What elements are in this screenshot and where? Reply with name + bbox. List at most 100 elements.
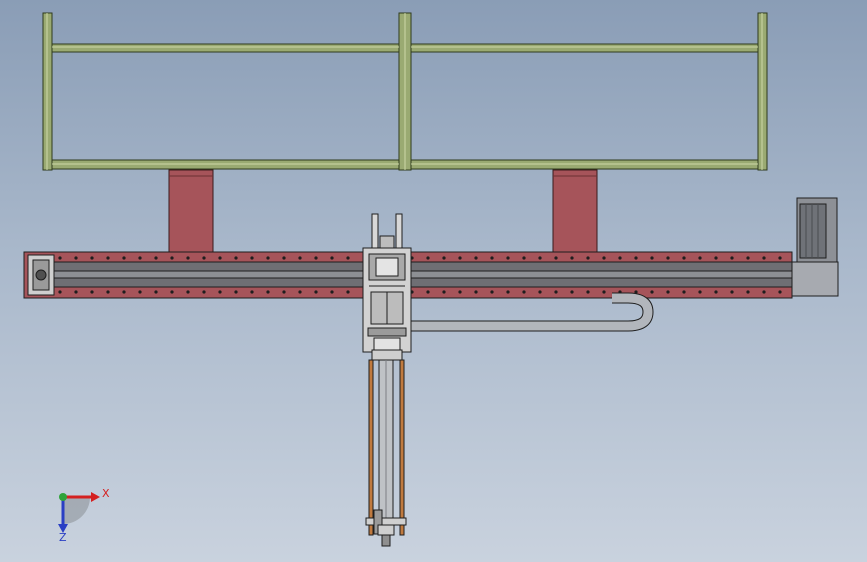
arm-rod-right [399,359,405,536]
rail-bolt [682,256,686,260]
rail-bolt [778,256,782,260]
rail-bolt [714,256,718,260]
rail-bolt [602,290,606,294]
rail-bolt [122,256,126,260]
rail-bolt [234,290,238,294]
rail-bolt [650,290,654,294]
rail-upper-track [51,261,793,272]
rail-bolt [90,290,94,294]
rail-bolt [602,256,606,260]
arm-rod-left [368,359,374,536]
rail-bolt [666,256,670,260]
rail-bolt [442,256,446,260]
coordinate-triad [58,492,100,533]
rail-bolt [554,256,558,260]
rail-bolt [682,290,686,294]
rail-bolt [74,256,78,260]
rail-bolt [234,256,238,260]
rail-bolt [474,256,478,260]
rail-bolt [138,290,142,294]
rail-bolt [250,256,254,260]
rail-lower-track [51,277,793,288]
rail-bolt [426,256,430,260]
rail-bolt [282,256,286,260]
rail-bolt [202,256,206,260]
rail-bolt [170,256,174,260]
rail-bolt [106,256,110,260]
rail-center-slot [51,270,793,279]
triad-y-axis [59,493,67,501]
rail-bolt [522,256,526,260]
rail-bolt [58,290,62,294]
rail-bolt [634,256,638,260]
rail-bolt [698,256,702,260]
drive-motor [789,197,839,297]
rail-bolt [650,256,654,260]
rail-bolt [314,290,318,294]
rail-bolt [346,256,350,260]
rail-bolt [106,290,110,294]
rail-bolt [458,256,462,260]
rail-bolt [618,256,622,260]
rail-bolt [730,290,734,294]
rail-bolt [458,290,462,294]
rail-bolt [186,290,190,294]
rail-bolt [554,290,558,294]
pillar-right [552,169,598,254]
rail-bolt [90,256,94,260]
rail-bolt [170,290,174,294]
rail-bolt [154,290,158,294]
rail-bolt [762,290,766,294]
rail-bolt [298,290,302,294]
rail-bolt [762,256,766,260]
rail-bolt [426,290,430,294]
carriage [362,213,412,353]
rail-bolt [714,290,718,294]
rail-bolt [202,290,206,294]
rail-bolt [250,290,254,294]
rail-bolt [218,290,222,294]
rail-bolt [490,290,494,294]
rail-bolt [730,256,734,260]
rail-bolt [266,256,270,260]
rail-bolt [298,256,302,260]
rail-bolt [522,290,526,294]
rail-bolt [746,256,750,260]
rail-bolt [474,290,478,294]
rail-bolt [186,256,190,260]
rail-bolt [330,256,334,260]
frame-top-beam-right [410,43,759,53]
rail-bolt [138,256,142,260]
cable-tray [405,292,654,332]
rail-bolt [490,256,494,260]
rail-bolt [538,290,542,294]
rail-bolt [330,290,334,294]
rail-bolt [586,256,590,260]
vertical-arm [365,349,407,547]
rail-bolt [58,256,62,260]
steel-frame [42,12,768,171]
rail-bolt [122,290,126,294]
rail-bolt [506,290,510,294]
triad-x-label: X [102,487,110,500]
pillar-left [168,169,214,254]
gantry-assembly-drawing [23,12,839,547]
rail-bolt [442,290,446,294]
rail-bolt [570,290,574,294]
rail-bolt [282,290,286,294]
rail-bolt [506,256,510,260]
rail-bolt [570,256,574,260]
rail-bolt [314,256,318,260]
rail-bolt [746,290,750,294]
rail-bolt [586,290,590,294]
rail-bolt [538,256,542,260]
rail-bolt [154,256,158,260]
rail-bolt [266,290,270,294]
rail-bolt [778,290,782,294]
frame-top-beam-left [51,43,400,53]
rail-bolt [346,290,350,294]
cad-viewport[interactable]: X Z [0,0,867,562]
rail-bolt [666,290,670,294]
rail-bolt [74,290,78,294]
rail-bolt [698,290,702,294]
